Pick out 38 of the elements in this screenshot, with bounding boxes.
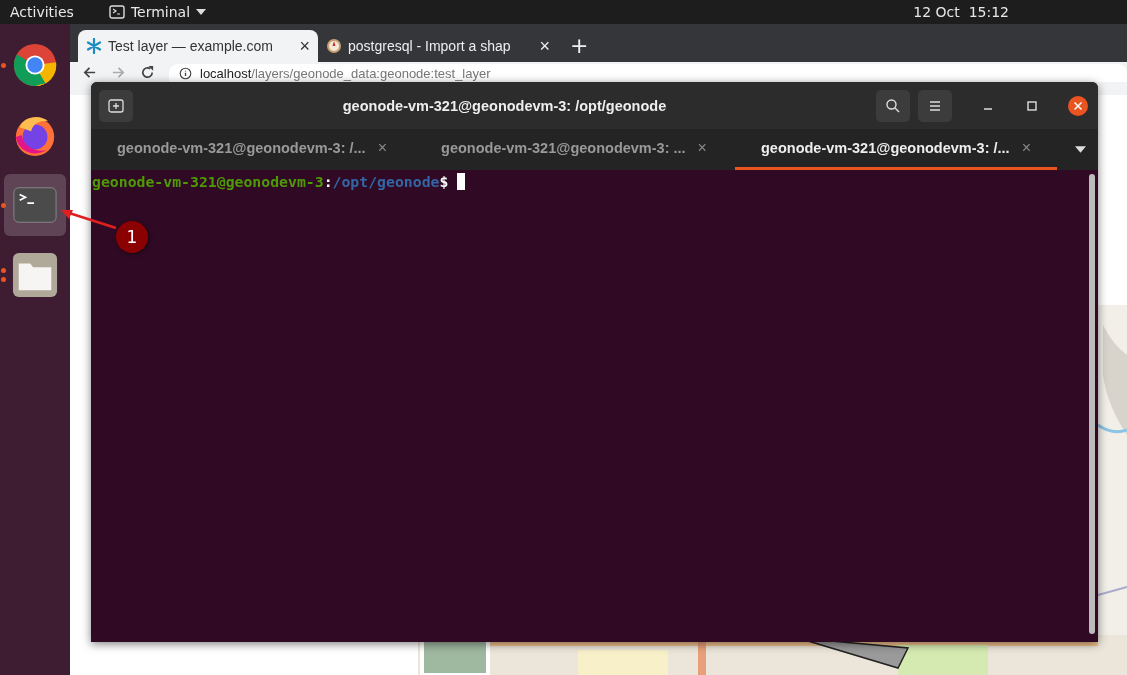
terminal-icon [108,5,125,19]
scrollbar[interactable] [1089,174,1095,634]
close-icon[interactable] [1068,95,1088,116]
compass-icon [326,38,342,54]
window-title: geonode-vm-321@geonodevm-3: /opt/geonode [341,97,668,114]
shell-prompt: geonode-vm-321@geonodevm-3:/opt/geonode$ [92,173,466,190]
search-button[interactable] [876,89,910,122]
reload-icon[interactable] [140,65,155,80]
search-icon [885,97,901,114]
caret-icon [196,9,207,15]
activities-button[interactable]: Activities [0,4,84,20]
browser-tab[interactable]: postgresql - Import a shap × [318,30,558,62]
close-tab-button[interactable]: × [539,35,550,57]
running-dot [1,268,6,273]
running-dot [1,202,6,208]
terminal-tab[interactable]: geonode-vm-321@geonodevm-3: /... × [735,129,1057,170]
terminal-tab[interactable]: geonode-vm-321@geonodevm-3: ... × [413,129,735,170]
asterisk-icon [86,38,102,54]
close-tab-button[interactable]: × [377,139,387,157]
chrome-icon [12,42,58,88]
folder-icon [12,252,58,298]
browser-tab[interactable]: Test layer — example.com × [78,30,318,62]
close-tab-button[interactable]: × [697,139,707,157]
new-tab-icon [108,97,124,114]
info-icon [179,66,192,80]
close-tab-button[interactable]: × [1021,139,1031,157]
dropdown-icon[interactable] [1075,146,1086,153]
running-dot [1,277,6,282]
running-dot [1,62,6,68]
menu-button[interactable] [918,89,952,122]
app-menu[interactable]: Terminal [108,4,207,20]
new-tab-button[interactable] [99,89,133,122]
new-tab-button[interactable]: + [570,33,589,58]
back-icon[interactable] [82,65,97,80]
clock[interactable]: 12 Oct 15:12 [913,4,1009,20]
terminal-tab[interactable]: geonode-vm-321@geonodevm-3: /... × [91,129,413,170]
address-bar[interactable]: localhost/layers/geonode_data:geonode:test_layer [169,64,1127,82]
close-tab-button[interactable]: × [299,35,310,57]
